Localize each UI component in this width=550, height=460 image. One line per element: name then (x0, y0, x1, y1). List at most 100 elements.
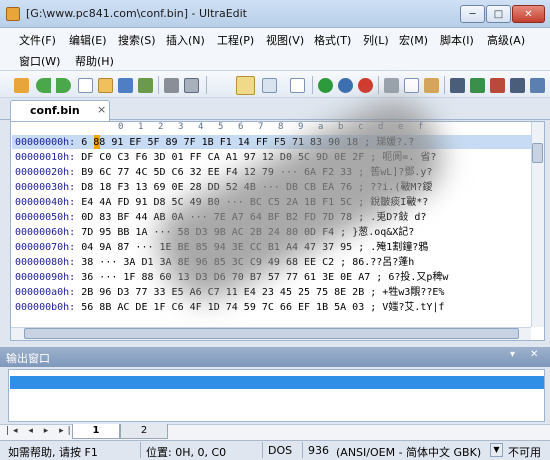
ruler-digit: 0 (118, 122, 124, 132)
new-file-icon[interactable] (78, 78, 93, 93)
status-separator (302, 442, 303, 458)
hex-row-address: 000000b0h: (15, 302, 76, 313)
hex-row-address: 00000050h: (15, 212, 76, 223)
ruler-digit: 2 (158, 122, 164, 132)
window-title: [G:\www.pc841.com\conf.bin] - UltraEdit (26, 7, 247, 20)
status-separator (262, 442, 263, 458)
output-window-title: 输出窗口 (6, 352, 50, 365)
print-preview-icon[interactable] (184, 78, 199, 93)
output-pin-icon[interactable]: ▾ (510, 349, 515, 360)
menu-column[interactable]: 列(L) (360, 31, 392, 49)
tab-label: conf.bin (30, 104, 80, 117)
hex-row-address: 00000040h: (15, 197, 76, 208)
menu-format[interactable]: 格式(T) (311, 31, 354, 49)
word-wrap-icon[interactable] (290, 78, 305, 93)
hex-row-address: 00000010h: (15, 152, 76, 163)
status-mode: 不可用 (508, 446, 541, 459)
ruler-digit: 7 (258, 122, 264, 132)
ultraedit-app-icon[interactable] (6, 7, 20, 21)
print-icon[interactable] (164, 78, 179, 93)
hex-mode-icon[interactable] (236, 76, 255, 95)
hex-row-bytes[interactable]: 56 8B AC DE 1F C6 4F 1D 74 59 7C 66 EF 1… (81, 302, 376, 313)
toolbar-separator (312, 76, 313, 94)
ruler-digit: a (318, 122, 324, 132)
ruler-digit: 6 (238, 122, 244, 132)
menu-view[interactable]: 视图(V) (263, 31, 307, 49)
menu-insert[interactable]: 插入(N) (163, 31, 208, 49)
ruler-digit: 4 (198, 122, 204, 132)
hex-row-address: 00000030h: (15, 182, 76, 193)
sheet-tab-1[interactable]: 1 (72, 424, 120, 439)
find-prev-icon[interactable] (510, 78, 525, 93)
menu-window[interactable]: 窗口(W) (16, 52, 63, 70)
status-help: 如需帮助, 请按 F1 (8, 446, 98, 459)
stop-icon[interactable] (358, 78, 373, 93)
hex-row-address: 00000090h: (15, 272, 76, 283)
ruler-digit: 1 (138, 122, 144, 132)
maximize-button[interactable]: □ (486, 5, 511, 23)
hex-row-ascii[interactable]: }葱.oq&X記? (352, 227, 414, 238)
cut-icon[interactable] (384, 78, 399, 93)
output-close-icon[interactable]: ✕ (530, 349, 538, 360)
menu-project[interactable]: 工程(P) (214, 31, 257, 49)
hex-row-address: 000000a0h: (15, 287, 76, 298)
ruler-digit: 8 (278, 122, 284, 132)
menu-search[interactable]: 搜索(S) (115, 31, 159, 49)
open-icon[interactable] (14, 78, 29, 93)
menu-file[interactable]: 文件(F) (16, 31, 59, 49)
replace-icon[interactable] (470, 78, 485, 93)
menu-bar: 文件(F) 编辑(E) 搜索(S) 插入(N) 工程(P) 视图(V) 格式(T… (0, 28, 550, 70)
status-encoding[interactable]: (ANSI/OEM - 简体中文 GBK) (336, 444, 481, 460)
column-ruler (11, 122, 533, 134)
go-icon[interactable] (318, 78, 333, 93)
hex-row-ascii[interactable]: 86.??呂?蓬h (352, 257, 414, 268)
ruler-digit: 9 (298, 122, 304, 132)
menu-macro[interactable]: 宏(M) (396, 31, 431, 49)
toolbar-separator (378, 76, 379, 94)
open-folder-icon[interactable] (98, 78, 113, 93)
copy-icon[interactable] (404, 78, 419, 93)
hex-row-address: 00000080h: (15, 257, 76, 268)
ruler-digit: 5 (218, 122, 224, 132)
vertical-scroll-thumb[interactable] (532, 143, 543, 163)
tab-close-icon[interactable]: × (97, 103, 106, 116)
menu-help[interactable]: 帮助(H) (72, 52, 117, 70)
hex-row-ascii[interactable]: .殗1割鐘?鴉 (370, 242, 428, 253)
output-window-header (0, 347, 550, 367)
column-mode-icon[interactable] (262, 78, 277, 93)
save-icon[interactable] (118, 78, 133, 93)
menu-script[interactable]: 脚本(I) (437, 31, 477, 49)
hex-row-address: 00000000h: (15, 137, 76, 148)
find-in-files-icon[interactable] (530, 78, 545, 93)
paste-icon[interactable] (424, 78, 439, 93)
tab-nav-arrows-icon[interactable]: |◂ ◂ ▸ ▸| (6, 426, 75, 436)
menu-advanced[interactable]: 高级(A) (484, 31, 528, 49)
find-next-icon[interactable] (490, 78, 505, 93)
back-icon[interactable] (36, 78, 51, 93)
output-selected-line[interactable] (10, 376, 544, 389)
toolbar-separator (206, 76, 207, 94)
encoding-dropdown-icon[interactable]: ▼ (490, 443, 503, 457)
forward-icon[interactable] (56, 78, 71, 93)
toolbar (0, 70, 550, 98)
close-button[interactable]: ✕ (512, 5, 545, 23)
save-all-icon[interactable] (138, 78, 153, 93)
sheet-tab-2[interactable]: 2 (120, 424, 168, 439)
status-codepage: 936 (308, 444, 329, 457)
hex-row-ascii[interactable]: +牲w3覸??E% (382, 287, 444, 298)
find-icon[interactable] (450, 78, 465, 93)
ruler-digit: 3 (178, 122, 184, 132)
hex-row-address: 00000060h: (15, 227, 76, 238)
minimize-button[interactable]: ─ (460, 5, 485, 23)
horizontal-scroll-thumb[interactable] (24, 328, 519, 339)
hex-row-address: 00000070h: (15, 242, 76, 253)
web-icon[interactable] (338, 78, 353, 93)
hex-row[interactable]: 000000b0h: 56 8B AC DE 1F C6 4F 1D 74 59… (15, 301, 444, 314)
hex-row-ascii[interactable]: 6?投.又p稗w (388, 272, 448, 283)
hex-row-ascii[interactable]: V媸?艾.tY|f (382, 302, 444, 313)
toolbar-separator (158, 76, 159, 94)
hex-row-address: 00000020h: (15, 167, 76, 178)
status-line-ending[interactable]: DOS (268, 444, 292, 457)
status-position: 位置: 0H, 0, C0 (146, 446, 227, 459)
menu-edit[interactable]: 编辑(E) (66, 31, 110, 49)
